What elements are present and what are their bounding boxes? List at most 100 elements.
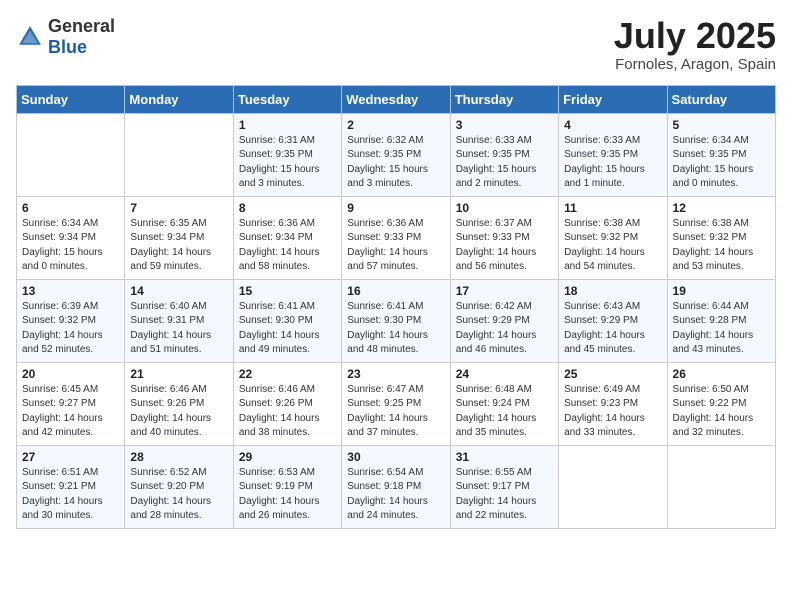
day-number: 6 <box>22 201 119 215</box>
location: Fornoles, Aragon, Spain <box>614 56 776 73</box>
day-number: 17 <box>456 284 553 298</box>
day-number: 20 <box>22 367 119 381</box>
day-info: Sunrise: 6:49 AMSunset: 9:23 PMDaylight:… <box>564 383 661 441</box>
calendar-table: SundayMondayTuesdayWednesdayThursdayFrid… <box>16 85 776 529</box>
calendar-cell: 9 Sunrise: 6:36 AMSunset: 9:33 PMDaylight… <box>342 196 450 279</box>
logo: General Blue <box>16 16 115 58</box>
day-number: 16 <box>347 284 444 298</box>
calendar-cell: 23 Sunrise: 6:47 AMSunset: 9:25 PMDayligh… <box>342 362 450 445</box>
day-number: 8 <box>239 201 336 215</box>
calendar-cell <box>559 445 667 528</box>
day-info: Sunrise: 6:39 AMSunset: 9:32 PMDaylight:… <box>22 300 119 358</box>
calendar-cell: 18 Sunrise: 6:43 AMSunset: 9:29 PMDayligh… <box>559 279 667 362</box>
week-row-3: 13 Sunrise: 6:39 AMSunset: 9:32 PMDayligh… <box>17 279 776 362</box>
day-info: Sunrise: 6:45 AMSunset: 9:27 PMDaylight:… <box>22 383 119 441</box>
calendar-cell: 16 Sunrise: 6:41 AMSunset: 9:30 PMDayligh… <box>342 279 450 362</box>
day-info: Sunrise: 6:43 AMSunset: 9:29 PMDaylight:… <box>564 300 661 358</box>
week-row-2: 6 Sunrise: 6:34 AMSunset: 9:34 PMDaylight… <box>17 196 776 279</box>
day-info: Sunrise: 6:41 AMSunset: 9:30 PMDaylight:… <box>239 300 336 358</box>
calendar-cell: 21 Sunrise: 6:46 AMSunset: 9:26 PMDayligh… <box>125 362 233 445</box>
day-number: 31 <box>456 450 553 464</box>
calendar-cell: 6 Sunrise: 6:34 AMSunset: 9:34 PMDaylight… <box>17 196 125 279</box>
day-number: 23 <box>347 367 444 381</box>
day-info: Sunrise: 6:33 AMSunset: 9:35 PMDaylight:… <box>564 134 661 192</box>
day-number: 12 <box>673 201 770 215</box>
day-number: 9 <box>347 201 444 215</box>
day-number: 29 <box>239 450 336 464</box>
day-number: 5 <box>673 118 770 132</box>
calendar-cell: 5 Sunrise: 6:34 AMSunset: 9:35 PMDaylight… <box>667 113 775 196</box>
weekday-header-thursday: Thursday <box>450 85 558 113</box>
calendar-cell: 1 Sunrise: 6:31 AMSunset: 9:35 PMDaylight… <box>233 113 341 196</box>
day-info: Sunrise: 6:46 AMSunset: 9:26 PMDaylight:… <box>130 383 227 441</box>
day-info: Sunrise: 6:35 AMSunset: 9:34 PMDaylight:… <box>130 217 227 275</box>
day-number: 1 <box>239 118 336 132</box>
month-year: July 2025 <box>614 16 776 56</box>
day-number: 26 <box>673 367 770 381</box>
page-header: General Blue July 2025 Fornoles, Aragon,… <box>16 16 776 73</box>
day-info: Sunrise: 6:53 AMSunset: 9:19 PMDaylight:… <box>239 466 336 524</box>
day-number: 2 <box>347 118 444 132</box>
calendar-cell: 17 Sunrise: 6:42 AMSunset: 9:29 PMDayligh… <box>450 279 558 362</box>
calendar-cell: 7Sunrise: 6:35 AMSunset: 9:34 PMDaylight… <box>125 196 233 279</box>
day-info: Sunrise: 6:42 AMSunset: 9:29 PMDaylight:… <box>456 300 553 358</box>
day-info: Sunrise: 6:32 AMSunset: 9:35 PMDaylight:… <box>347 134 444 192</box>
day-info: Sunrise: 6:34 AMSunset: 9:34 PMDaylight:… <box>22 217 119 275</box>
day-info: Sunrise: 6:51 AMSunset: 9:21 PMDaylight:… <box>22 466 119 524</box>
day-info: Sunrise: 6:34 AMSunset: 9:35 PMDaylight:… <box>673 134 770 192</box>
day-number: 22 <box>239 367 336 381</box>
day-info: Sunrise: 6:38 AMSunset: 9:32 PMDaylight:… <box>673 217 770 275</box>
calendar-cell: 27Sunrise: 6:51 AMSunset: 9:21 PMDayligh… <box>17 445 125 528</box>
day-info: Sunrise: 6:47 AMSunset: 9:25 PMDaylight:… <box>347 383 444 441</box>
day-number: 3 <box>456 118 553 132</box>
calendar-cell: 11 Sunrise: 6:38 AMSunset: 9:32 PMDayligh… <box>559 196 667 279</box>
day-number: 13 <box>22 284 119 298</box>
day-number: 18 <box>564 284 661 298</box>
day-number: 11 <box>564 201 661 215</box>
calendar-cell: 30 Sunrise: 6:54 AMSunset: 9:18 PMDayligh… <box>342 445 450 528</box>
day-number: 30 <box>347 450 444 464</box>
calendar-cell: 4 Sunrise: 6:33 AMSunset: 9:35 PMDaylight… <box>559 113 667 196</box>
weekday-header-monday: Monday <box>125 85 233 113</box>
day-number: 19 <box>673 284 770 298</box>
week-row-4: 20 Sunrise: 6:45 AMSunset: 9:27 PMDayligh… <box>17 362 776 445</box>
calendar-cell: 28Sunrise: 6:52 AMSunset: 9:20 PMDayligh… <box>125 445 233 528</box>
week-row-5: 27Sunrise: 6:51 AMSunset: 9:21 PMDayligh… <box>17 445 776 528</box>
calendar-cell <box>125 113 233 196</box>
logo-text-general: General <box>48 16 115 36</box>
day-info: Sunrise: 6:44 AMSunset: 9:28 PMDaylight:… <box>673 300 770 358</box>
weekday-header-friday: Friday <box>559 85 667 113</box>
weekday-header-row: SundayMondayTuesdayWednesdayThursdayFrid… <box>17 85 776 113</box>
day-info: Sunrise: 6:40 AMSunset: 9:31 PMDaylight:… <box>130 300 227 358</box>
day-info: Sunrise: 6:33 AMSunset: 9:35 PMDaylight:… <box>456 134 553 192</box>
day-info: Sunrise: 6:54 AMSunset: 9:18 PMDaylight:… <box>347 466 444 524</box>
calendar-cell: 3 Sunrise: 6:33 AMSunset: 9:35 PMDaylight… <box>450 113 558 196</box>
day-info: Sunrise: 6:36 AMSunset: 9:33 PMDaylight:… <box>347 217 444 275</box>
calendar-cell: 15Sunrise: 6:41 AMSunset: 9:30 PMDayligh… <box>233 279 341 362</box>
weekday-header-tuesday: Tuesday <box>233 85 341 113</box>
day-info: Sunrise: 6:55 AMSunset: 9:17 PMDaylight:… <box>456 466 553 524</box>
day-info: Sunrise: 6:31 AMSunset: 9:35 PMDaylight:… <box>239 134 336 192</box>
logo-text-blue: Blue <box>48 37 87 57</box>
day-info: Sunrise: 6:37 AMSunset: 9:33 PMDaylight:… <box>456 217 553 275</box>
weekday-header-saturday: Saturday <box>667 85 775 113</box>
day-info: Sunrise: 6:52 AMSunset: 9:20 PMDaylight:… <box>130 466 227 524</box>
week-row-1: 1 Sunrise: 6:31 AMSunset: 9:35 PMDaylight… <box>17 113 776 196</box>
calendar-cell: 25 Sunrise: 6:49 AMSunset: 9:23 PMDayligh… <box>559 362 667 445</box>
day-info: Sunrise: 6:50 AMSunset: 9:22 PMDaylight:… <box>673 383 770 441</box>
calendar-cell: 13 Sunrise: 6:39 AMSunset: 9:32 PMDayligh… <box>17 279 125 362</box>
calendar-cell: 12 Sunrise: 6:38 AMSunset: 9:32 PMDayligh… <box>667 196 775 279</box>
calendar-cell: 14Sunrise: 6:40 AMSunset: 9:31 PMDayligh… <box>125 279 233 362</box>
day-number: 25 <box>564 367 661 381</box>
day-number: 10 <box>456 201 553 215</box>
calendar-cell: 24Sunrise: 6:48 AMSunset: 9:24 PMDayligh… <box>450 362 558 445</box>
day-info: Sunrise: 6:38 AMSunset: 9:32 PMDaylight:… <box>564 217 661 275</box>
calendar-cell: 31 Sunrise: 6:55 AMSunset: 9:17 PMDayligh… <box>450 445 558 528</box>
day-number: 4 <box>564 118 661 132</box>
day-info: Sunrise: 6:41 AMSunset: 9:30 PMDaylight:… <box>347 300 444 358</box>
weekday-header-sunday: Sunday <box>17 85 125 113</box>
day-number: 21 <box>130 367 227 381</box>
calendar-cell <box>17 113 125 196</box>
day-info: Sunrise: 6:36 AMSunset: 9:34 PMDaylight:… <box>239 217 336 275</box>
day-number: 24 <box>456 367 553 381</box>
